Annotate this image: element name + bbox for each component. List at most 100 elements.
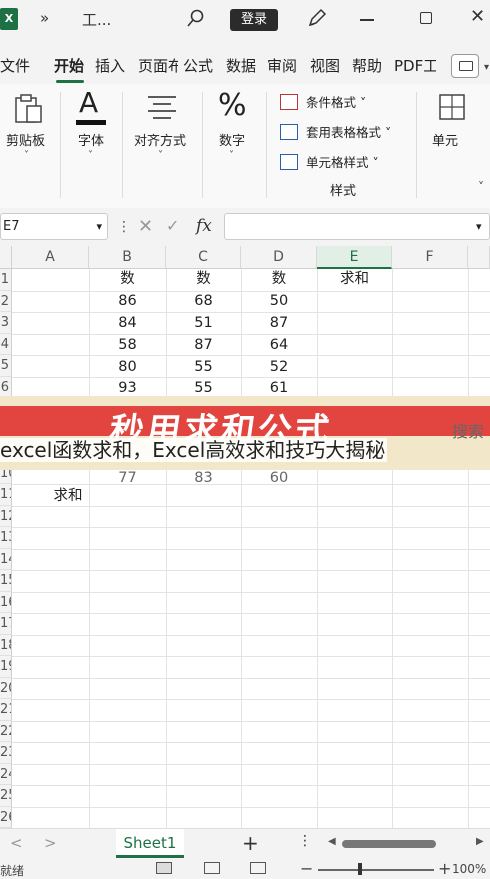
comment-button[interactable] bbox=[451, 54, 479, 78]
row-header[interactable]: 20 bbox=[0, 677, 12, 699]
row-header[interactable]: 11 bbox=[0, 484, 12, 506]
cell-c4[interactable]: 87 bbox=[166, 335, 241, 356]
zoom-out-button[interactable]: − bbox=[300, 859, 313, 878]
chevron-down-icon[interactable]: ▾ bbox=[484, 62, 489, 73]
column-header-f[interactable]: F bbox=[392, 246, 468, 269]
cell-b3[interactable]: 84 bbox=[89, 313, 166, 334]
column-header-e[interactable]: E bbox=[317, 246, 392, 269]
cell-c10[interactable]: 83 bbox=[166, 468, 241, 489]
tab-formulas[interactable]: 公式 bbox=[183, 55, 213, 76]
row-header[interactable]: 23 bbox=[0, 742, 12, 764]
overflow-chevron-icon[interactable]: » bbox=[40, 9, 49, 27]
tab-home[interactable]: 开始 bbox=[54, 55, 84, 76]
page-layout-view-icon[interactable] bbox=[204, 862, 220, 874]
tab-help[interactable]: 帮助 bbox=[352, 55, 382, 76]
expand-formula-bar-icon[interactable]: ▾ bbox=[476, 220, 487, 233]
collapse-ribbon-icon[interactable]: ˅ bbox=[478, 180, 484, 194]
chevron-down-icon[interactable]: ▾ bbox=[96, 220, 102, 233]
chevron-down-icon[interactable]: ˅ bbox=[88, 150, 93, 161]
tab-insert[interactable]: 插入 bbox=[95, 55, 125, 76]
align-icon[interactable] bbox=[146, 94, 178, 124]
row-header[interactable]: 12 bbox=[0, 505, 12, 527]
scroll-right-icon[interactable]: ▶ bbox=[476, 836, 484, 847]
normal-view-icon[interactable] bbox=[156, 862, 172, 874]
search-icon[interactable] bbox=[186, 8, 206, 28]
row-header[interactable]: 26 bbox=[0, 806, 12, 828]
row-header[interactable]: 14 bbox=[0, 548, 12, 570]
tab-pdf-tools[interactable]: PDF工 bbox=[394, 55, 436, 76]
row-header[interactable]: 15 bbox=[0, 570, 12, 592]
more-options-icon[interactable]: ⋮ bbox=[117, 219, 131, 235]
column-header-d[interactable]: D bbox=[241, 246, 317, 269]
column-header-g[interactable] bbox=[468, 246, 490, 269]
cell-b2[interactable]: 86 bbox=[89, 291, 166, 312]
row-header[interactable]: 4 bbox=[0, 333, 12, 355]
row-header[interactable]: 13 bbox=[0, 527, 12, 549]
font-icon[interactable]: A bbox=[79, 86, 98, 119]
cells-icon[interactable] bbox=[438, 92, 468, 126]
formula-input[interactable] bbox=[224, 213, 490, 240]
tab-page-layout[interactable]: 页面布 bbox=[138, 55, 178, 76]
zoom-in-button[interactable]: + bbox=[438, 859, 451, 878]
row-header[interactable]: 24 bbox=[0, 763, 12, 785]
zoom-slider-knob[interactable] bbox=[358, 863, 362, 875]
column-header-a[interactable]: A bbox=[12, 246, 89, 269]
chevron-down-icon[interactable]: ˅ bbox=[158, 150, 163, 161]
cell-a11[interactable]: 求和 bbox=[12, 486, 124, 507]
row-header[interactable]: 1 bbox=[0, 269, 12, 291]
row-header[interactable]: 2 bbox=[0, 290, 12, 312]
tab-review[interactable]: 审阅 bbox=[267, 55, 297, 76]
scroll-left-icon[interactable]: ◀ bbox=[328, 836, 336, 847]
cell-c3[interactable]: 51 bbox=[166, 313, 241, 334]
row-header[interactable]: 18 bbox=[0, 634, 12, 656]
sheet-tab-sheet1[interactable]: Sheet1 bbox=[116, 829, 184, 858]
minimize-button[interactable] bbox=[360, 19, 374, 21]
cell-d10[interactable]: 60 bbox=[241, 468, 317, 489]
page-break-view-icon[interactable] bbox=[250, 862, 266, 874]
tab-data[interactable]: 数据 bbox=[226, 55, 256, 76]
cell-c5[interactable]: 55 bbox=[166, 357, 241, 378]
pen-icon[interactable] bbox=[306, 7, 328, 29]
cells-label[interactable]: 单元 bbox=[432, 130, 458, 149]
insert-function-button[interactable]: fx bbox=[196, 216, 212, 236]
row-header[interactable]: 3 bbox=[0, 312, 12, 334]
next-sheet-button[interactable]: > bbox=[44, 834, 57, 852]
add-sheet-button[interactable]: + bbox=[242, 831, 259, 855]
cell-b1[interactable]: 数 bbox=[89, 269, 166, 290]
name-box[interactable]: E7 ▾ bbox=[0, 213, 108, 240]
cell-d1[interactable]: 数 bbox=[241, 269, 317, 290]
row-header[interactable]: 16 bbox=[0, 591, 12, 613]
cell-b5[interactable]: 80 bbox=[89, 357, 166, 378]
row-header[interactable]: 22 bbox=[0, 720, 12, 742]
tab-view[interactable]: 视图 bbox=[310, 55, 340, 76]
paste-icon[interactable] bbox=[12, 92, 46, 130]
confirm-icon[interactable]: ✓ bbox=[166, 216, 179, 235]
cancel-icon[interactable]: ✕ bbox=[138, 216, 153, 237]
cell-d2[interactable]: 50 bbox=[241, 291, 317, 312]
alignment-label[interactable]: 对齐方式 bbox=[134, 130, 186, 149]
login-button[interactable]: 登录 bbox=[230, 9, 278, 31]
zoom-level[interactable]: 100% bbox=[452, 862, 486, 876]
clipboard-label[interactable]: 剪贴板 bbox=[6, 130, 45, 149]
cell-d4[interactable]: 64 bbox=[241, 335, 317, 356]
horizontal-scrollbar[interactable]: ◀ ▶ bbox=[328, 836, 490, 850]
select-all-corner[interactable] bbox=[0, 246, 12, 269]
cell-d3[interactable]: 87 bbox=[241, 313, 317, 334]
row-header[interactable]: 25 bbox=[0, 785, 12, 807]
percent-icon[interactable]: % bbox=[218, 88, 247, 123]
column-header-c[interactable]: C bbox=[166, 246, 241, 269]
tab-file[interactable]: 文件 bbox=[0, 55, 30, 76]
cell-e1[interactable]: 求和 bbox=[317, 269, 392, 290]
zoom-slider[interactable] bbox=[318, 869, 434, 871]
maximize-button[interactable] bbox=[420, 12, 432, 24]
chevron-down-icon[interactable]: ˅ bbox=[229, 150, 234, 161]
font-label[interactable]: 字体 bbox=[78, 130, 104, 149]
prev-sheet-button[interactable]: < bbox=[10, 834, 23, 852]
scroll-thumb[interactable] bbox=[342, 840, 436, 848]
row-header[interactable]: 19 bbox=[0, 656, 12, 678]
cell-c1[interactable]: 数 bbox=[166, 269, 241, 290]
column-header-b[interactable]: B bbox=[89, 246, 166, 269]
row-header[interactable]: 6 bbox=[0, 376, 12, 398]
chevron-down-icon[interactable]: ˅ bbox=[24, 150, 29, 161]
row-header[interactable]: 5 bbox=[0, 355, 12, 377]
